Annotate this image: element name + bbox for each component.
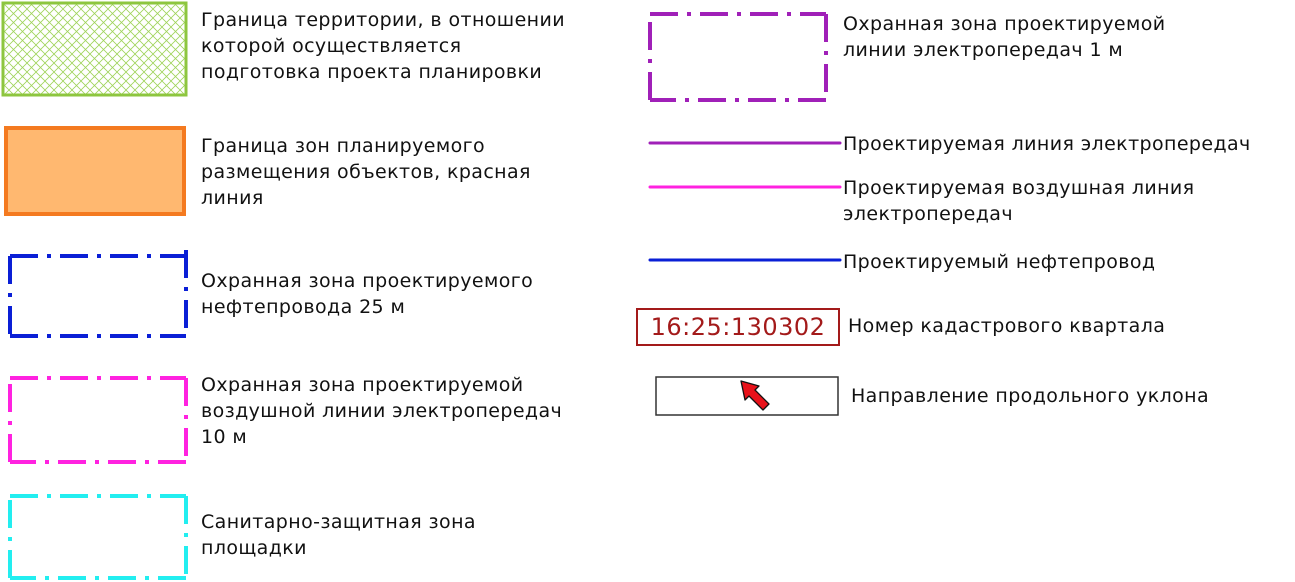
air-power-line-swatch xyxy=(648,185,842,189)
territory-hatch-swatch xyxy=(1,1,188,97)
legend-label-air-line-zone: Охранная зона проектируемой воздушной ли… xyxy=(201,374,563,448)
air-line-zone-dashdot-swatch xyxy=(8,376,188,464)
sanitary-zone-dashdot-swatch xyxy=(8,494,188,580)
slope-arrow-swatch xyxy=(655,376,839,416)
legend-label-slope: Направление продольного уклона xyxy=(851,385,1210,407)
cadastral-sample-number: 16:25:130302 xyxy=(650,313,826,341)
legend-label-zones: Граница зон планируемого размещения объе… xyxy=(201,135,531,209)
zones-fill-swatch xyxy=(4,126,186,216)
legend-label-oil-line: Проектируемый нефтепровод xyxy=(843,251,1156,273)
legend-label-oil-zone: Охранная зона проектируемого нефтепровод… xyxy=(201,270,534,318)
legend-label-sanitary-zone: Санитарно-защитная зона площадки xyxy=(201,511,476,559)
oil-line-swatch xyxy=(648,258,842,262)
legend-label-power-zone: Охранная зона проектируемой линии электр… xyxy=(843,13,1166,61)
power-zone-dashdot-swatch xyxy=(648,12,828,102)
legend-label-power-line: Проектируемая линия электропередач xyxy=(843,133,1251,155)
power-line-swatch xyxy=(648,141,842,145)
legend-label-air-power-line: Проектируемая воздушная линия электропер… xyxy=(843,177,1195,225)
oil-zone-dashdot-swatch xyxy=(8,250,188,338)
legend-label-territory: Граница территории, в отношении которой … xyxy=(201,9,566,83)
legend-label-cadastral: Номер кадастрового квартала xyxy=(848,315,1166,337)
cadastral-sample-box: 16:25:130302 xyxy=(636,308,840,346)
